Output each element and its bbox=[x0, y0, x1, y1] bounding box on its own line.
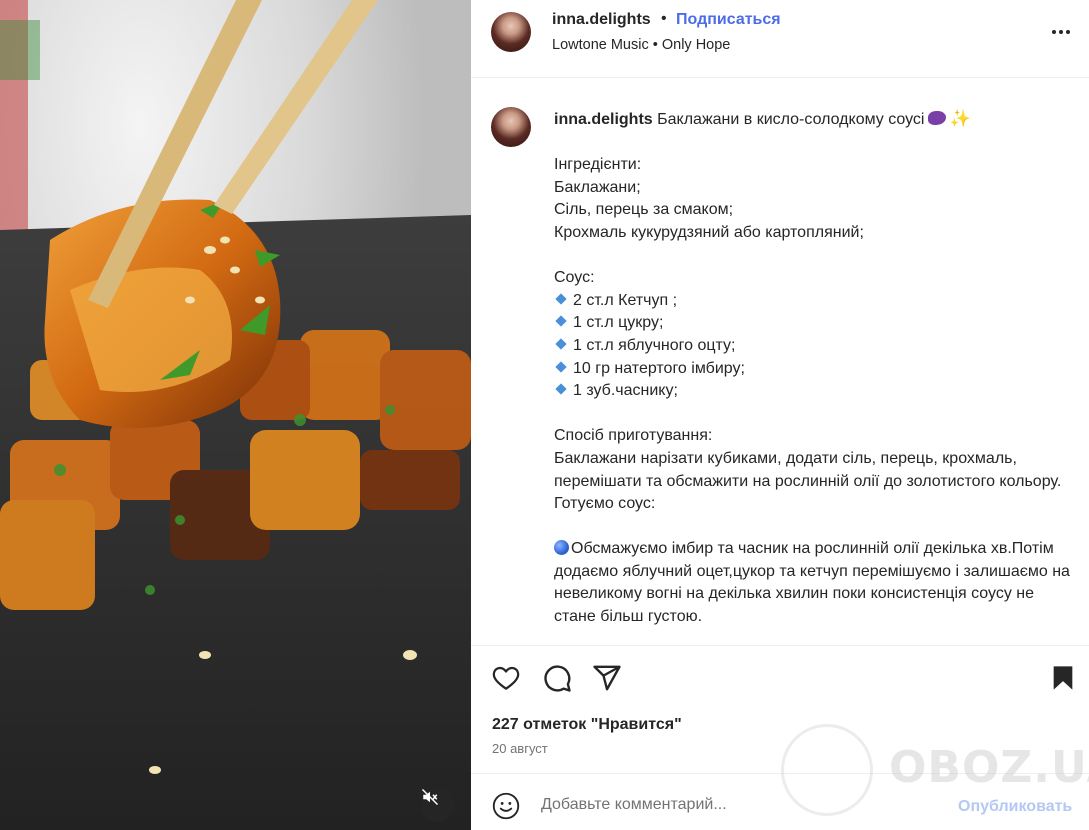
mute-button[interactable] bbox=[421, 788, 455, 822]
sparkles-icon: ✨ bbox=[949, 109, 971, 128]
diamond-bullet-icon bbox=[555, 293, 567, 305]
diamond-bullet-icon bbox=[555, 315, 567, 328]
caption: inna.delights Баклажани в кисло-солодком… bbox=[554, 108, 1079, 629]
eggplant-icon bbox=[928, 111, 947, 125]
diamond-bullet-icon bbox=[555, 338, 567, 350]
paper-plane-icon bbox=[593, 665, 621, 691]
sauce-step-text: Обсмажуємо імбир та часник на рослинній … bbox=[554, 540, 1075, 626]
comment-button[interactable] bbox=[541, 662, 573, 694]
author-username[interactable]: inna.delights bbox=[552, 11, 651, 29]
sauce-item: 1 зуб.часнику; bbox=[573, 382, 678, 400]
save-button[interactable] bbox=[1047, 662, 1079, 694]
avatar[interactable] bbox=[491, 12, 531, 52]
smiley-icon bbox=[492, 792, 520, 820]
speaker-muted-icon bbox=[421, 788, 439, 806]
heart-icon bbox=[492, 666, 520, 690]
post-media[interactable] bbox=[0, 0, 471, 830]
action-bar: 227 отметок "Нравится" 20 август bbox=[471, 645, 1089, 773]
like-button[interactable] bbox=[490, 662, 522, 694]
publish-button[interactable]: Опубликовать bbox=[958, 798, 1072, 816]
post-header: inna.delights • Подписаться Lowtone Musi… bbox=[471, 0, 1089, 78]
sauce-item: 1 ст.л цукру; bbox=[573, 314, 664, 332]
diamond-bullet-icon bbox=[555, 360, 567, 373]
food-photo bbox=[0, 0, 471, 830]
post-panel: inna.delights • Подписаться Lowtone Musi… bbox=[471, 0, 1089, 830]
share-button[interactable] bbox=[591, 662, 623, 694]
caption-username[interactable]: inna.delights bbox=[554, 111, 653, 128]
comment-bubble-icon bbox=[544, 665, 571, 692]
comment-bar: Опубликовать bbox=[471, 773, 1089, 830]
ingredient-line: Баклажани; bbox=[554, 178, 641, 196]
more-options-button[interactable] bbox=[1047, 22, 1075, 42]
post-date[interactable]: 20 август bbox=[492, 741, 548, 756]
avatar[interactable] bbox=[491, 107, 531, 147]
audio-attribution[interactable]: Lowtone Music • Only Hope bbox=[552, 37, 730, 53]
method-heading: Спосіб приготування: bbox=[554, 427, 713, 445]
sauce-item: 10 гр натертого імбиру; bbox=[573, 359, 745, 377]
diamond-bullet-icon bbox=[555, 383, 567, 395]
likes-count[interactable]: 227 отметок "Нравится" bbox=[492, 716, 682, 734]
comment-input[interactable] bbox=[541, 794, 921, 816]
sauce-heading: Соус: bbox=[554, 269, 595, 287]
caption-title: Баклажани в кисло-солодкому соусі bbox=[657, 111, 925, 128]
ingredient-line: Сіль, перець за смаком; bbox=[554, 201, 734, 219]
sauce-item: 2 ст.л Кетчуп ; bbox=[573, 291, 678, 309]
sauce-item: 1 ст.л яблучного оцту; bbox=[573, 336, 736, 354]
ingredients-heading: Інгредієнти: bbox=[554, 156, 642, 174]
method-text: Баклажани нарізати кубиками, додати сіль… bbox=[554, 449, 1062, 490]
separator-dot: • bbox=[661, 10, 667, 27]
more-horizontal-icon bbox=[1052, 30, 1056, 34]
ingredient-line: Крохмаль кукурудзяний або картопляний; bbox=[554, 223, 864, 241]
bookmark-icon bbox=[1053, 666, 1073, 690]
emoji-button[interactable] bbox=[491, 791, 521, 821]
follow-button[interactable]: Подписаться bbox=[676, 11, 781, 29]
blue-circle-icon bbox=[554, 540, 569, 556]
sauce-step-heading: Готуємо соус: bbox=[554, 495, 656, 513]
caption-scroll-area[interactable]: inna.delights Баклажани в кисло-солодком… bbox=[471, 79, 1089, 645]
